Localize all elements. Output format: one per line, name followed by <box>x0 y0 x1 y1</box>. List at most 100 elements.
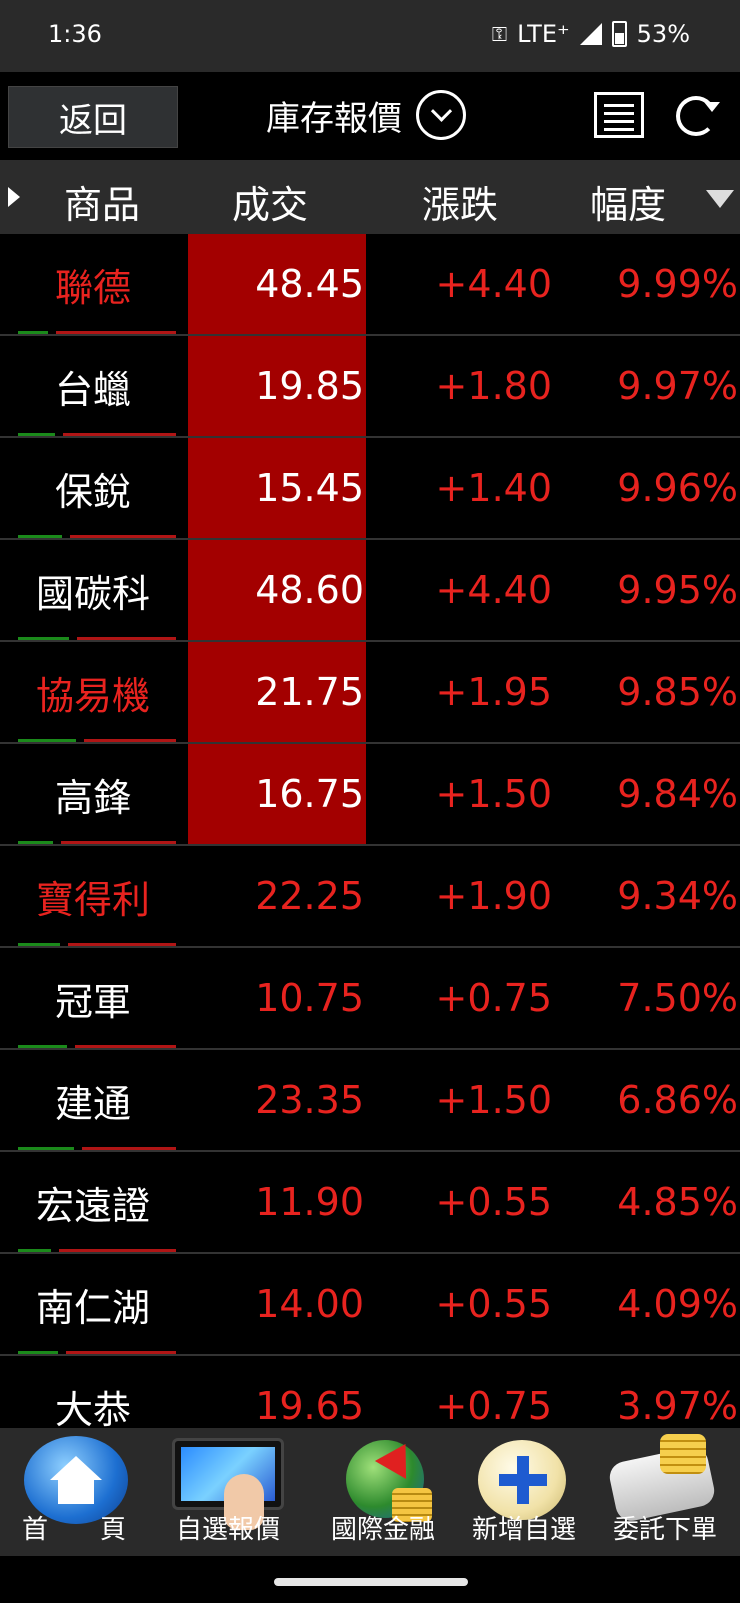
column-header: 商品 成交 漲跌 幅度 <box>0 160 740 234</box>
bid-ask-bar <box>18 841 176 844</box>
gesture-area <box>0 1556 740 1603</box>
table-row[interactable]: 南仁湖 14.00 +0.55 4.09% <box>0 1254 740 1356</box>
stock-percent: 9.96% <box>617 466 738 510</box>
title-dropdown[interactable]: 庫存報價 <box>266 90 466 140</box>
bottom-nav: 首 頁 自選報價 國際金融 新增自選 委託下單 <box>0 1428 740 1556</box>
col-percent[interactable]: 幅度 <box>590 174 666 229</box>
chevron-down-icon[interactable] <box>416 90 466 140</box>
expand-left-icon[interactable] <box>8 187 20 207</box>
stock-change: +0.55 <box>435 1282 552 1326</box>
status-time: 1:36 <box>48 20 102 48</box>
stock-name: 協易機 <box>35 673 150 718</box>
home-gesture-bar[interactable] <box>274 1578 468 1586</box>
stock-price: 48.60 <box>188 540 366 640</box>
table-row[interactable]: 建通 23.35 +1.50 6.86% <box>0 1050 740 1152</box>
table-row[interactable]: 宏遠證 11.90 +0.55 4.85% <box>0 1152 740 1254</box>
refresh-icon[interactable] <box>676 96 720 136</box>
stock-percent: 9.84% <box>617 772 738 816</box>
stock-name: 宏遠證 <box>35 1183 150 1228</box>
nav-watchlist[interactable]: 自選報價 <box>148 1428 308 1556</box>
stock-percent: 4.85% <box>617 1180 738 1224</box>
stock-price: 10.75 <box>255 976 364 1020</box>
stock-change: +1.90 <box>435 874 552 918</box>
stock-name: 寶得利 <box>35 877 150 922</box>
sort-desc-icon[interactable] <box>706 190 734 208</box>
nav-order[interactable]: 委託下單 <box>590 1428 740 1556</box>
stock-percent: 9.97% <box>617 364 738 408</box>
list-icon[interactable] <box>594 92 644 138</box>
stock-price: 11.90 <box>255 1180 364 1224</box>
stock-change: +1.40 <box>435 466 552 510</box>
nav-international-label: 國際金融 <box>330 1515 435 1545</box>
stock-change: +1.50 <box>435 772 552 816</box>
nav-home[interactable]: 首 頁 <box>0 1428 148 1556</box>
bid-ask-bar <box>18 433 176 436</box>
nav-watchlist-label: 自選報價 <box>175 1515 280 1545</box>
table-row[interactable]: 保銳 15.45 +1.40 9.96% <box>0 438 740 540</box>
bid-ask-bar <box>18 1045 176 1048</box>
stock-price: 21.75 <box>188 642 366 742</box>
col-change[interactable]: 漲跌 <box>422 174 498 229</box>
bid-ask-bar <box>18 535 176 538</box>
network-label: LTE⁺ <box>517 20 570 48</box>
status-bar: 1:36 ⚿ LTE⁺ 53% <box>0 0 740 72</box>
stock-change: +1.80 <box>435 364 552 408</box>
stock-percent: 4.09% <box>617 1282 738 1326</box>
stock-percent: 7.50% <box>617 976 738 1020</box>
nav-add-watch-label: 新增自選 <box>471 1515 576 1545</box>
stock-name: 保銳 <box>54 469 131 514</box>
bid-ask-bar <box>18 331 176 334</box>
table-row[interactable]: 寶得利 22.25 +1.90 9.34% <box>0 846 740 948</box>
stock-name: 高鋒 <box>54 775 131 820</box>
nav-order-label: 委託下單 <box>612 1515 717 1545</box>
table-row[interactable]: 高鋒 16.75 +1.50 9.84% <box>0 744 740 846</box>
stock-change: +1.50 <box>435 1078 552 1122</box>
nav-add-watch[interactable]: 新增自選 <box>458 1428 590 1556</box>
col-price[interactable]: 成交 <box>232 174 308 229</box>
coins-icon <box>660 1434 706 1474</box>
stock-name: 國碳科 <box>35 571 150 616</box>
stock-name: 南仁湖 <box>35 1285 150 1330</box>
stock-change: +4.40 <box>435 568 552 612</box>
stock-change: +4.40 <box>435 262 552 306</box>
bid-ask-bar <box>18 943 176 946</box>
table-row[interactable]: 聯德 48.45 +4.40 9.99% <box>0 234 740 336</box>
table-row[interactable]: 台蠟 19.85 +1.80 9.97% <box>0 336 740 438</box>
battery-percent: 53% <box>636 20 690 48</box>
stock-change: +1.95 <box>435 670 552 714</box>
stock-price: 15.45 <box>188 438 366 538</box>
stock-price: 48.45 <box>188 234 366 334</box>
nav-home-label: 首 頁 <box>21 1515 126 1545</box>
bid-ask-bar <box>18 1147 176 1150</box>
bid-ask-bar <box>18 739 176 742</box>
stock-price: 19.85 <box>188 336 366 436</box>
table-row[interactable]: 冠軍 10.75 +0.75 7.50% <box>0 948 740 1050</box>
nav-international[interactable]: 國際金融 <box>308 1428 458 1556</box>
bid-ask-bar <box>18 1351 176 1354</box>
bid-ask-bar <box>18 637 176 640</box>
stock-price: 23.35 <box>255 1078 364 1122</box>
battery-icon <box>611 21 627 47</box>
app-header: 返回 庫存報價 <box>0 72 740 160</box>
signal-icon <box>579 23 602 45</box>
stock-name: 建通 <box>54 1081 131 1126</box>
col-product[interactable]: 商品 <box>64 174 140 229</box>
stock-name: 台蠟 <box>54 367 131 412</box>
stock-price: 16.75 <box>188 744 366 844</box>
stock-percent: 9.95% <box>617 568 738 612</box>
stock-name: 冠軍 <box>54 979 131 1024</box>
stock-percent: 9.34% <box>617 874 738 918</box>
status-right: ⚿ LTE⁺ 53% <box>492 20 690 48</box>
stock-price: 22.25 <box>255 874 364 918</box>
table-row[interactable]: 協易機 21.75 +1.95 9.85% <box>0 642 740 744</box>
stock-change: +0.75 <box>435 976 552 1020</box>
back-button[interactable]: 返回 <box>8 86 178 148</box>
stock-change: +0.55 <box>435 1180 552 1224</box>
plus-icon <box>478 1440 566 1520</box>
page-title: 庫存報價 <box>266 98 402 139</box>
stock-percent: 9.85% <box>617 670 738 714</box>
stock-name: 聯德 <box>54 265 131 310</box>
stock-price: 14.00 <box>255 1282 364 1326</box>
stock-percent: 6.86% <box>617 1078 738 1122</box>
table-row[interactable]: 國碳科 48.60 +4.40 9.95% <box>0 540 740 642</box>
